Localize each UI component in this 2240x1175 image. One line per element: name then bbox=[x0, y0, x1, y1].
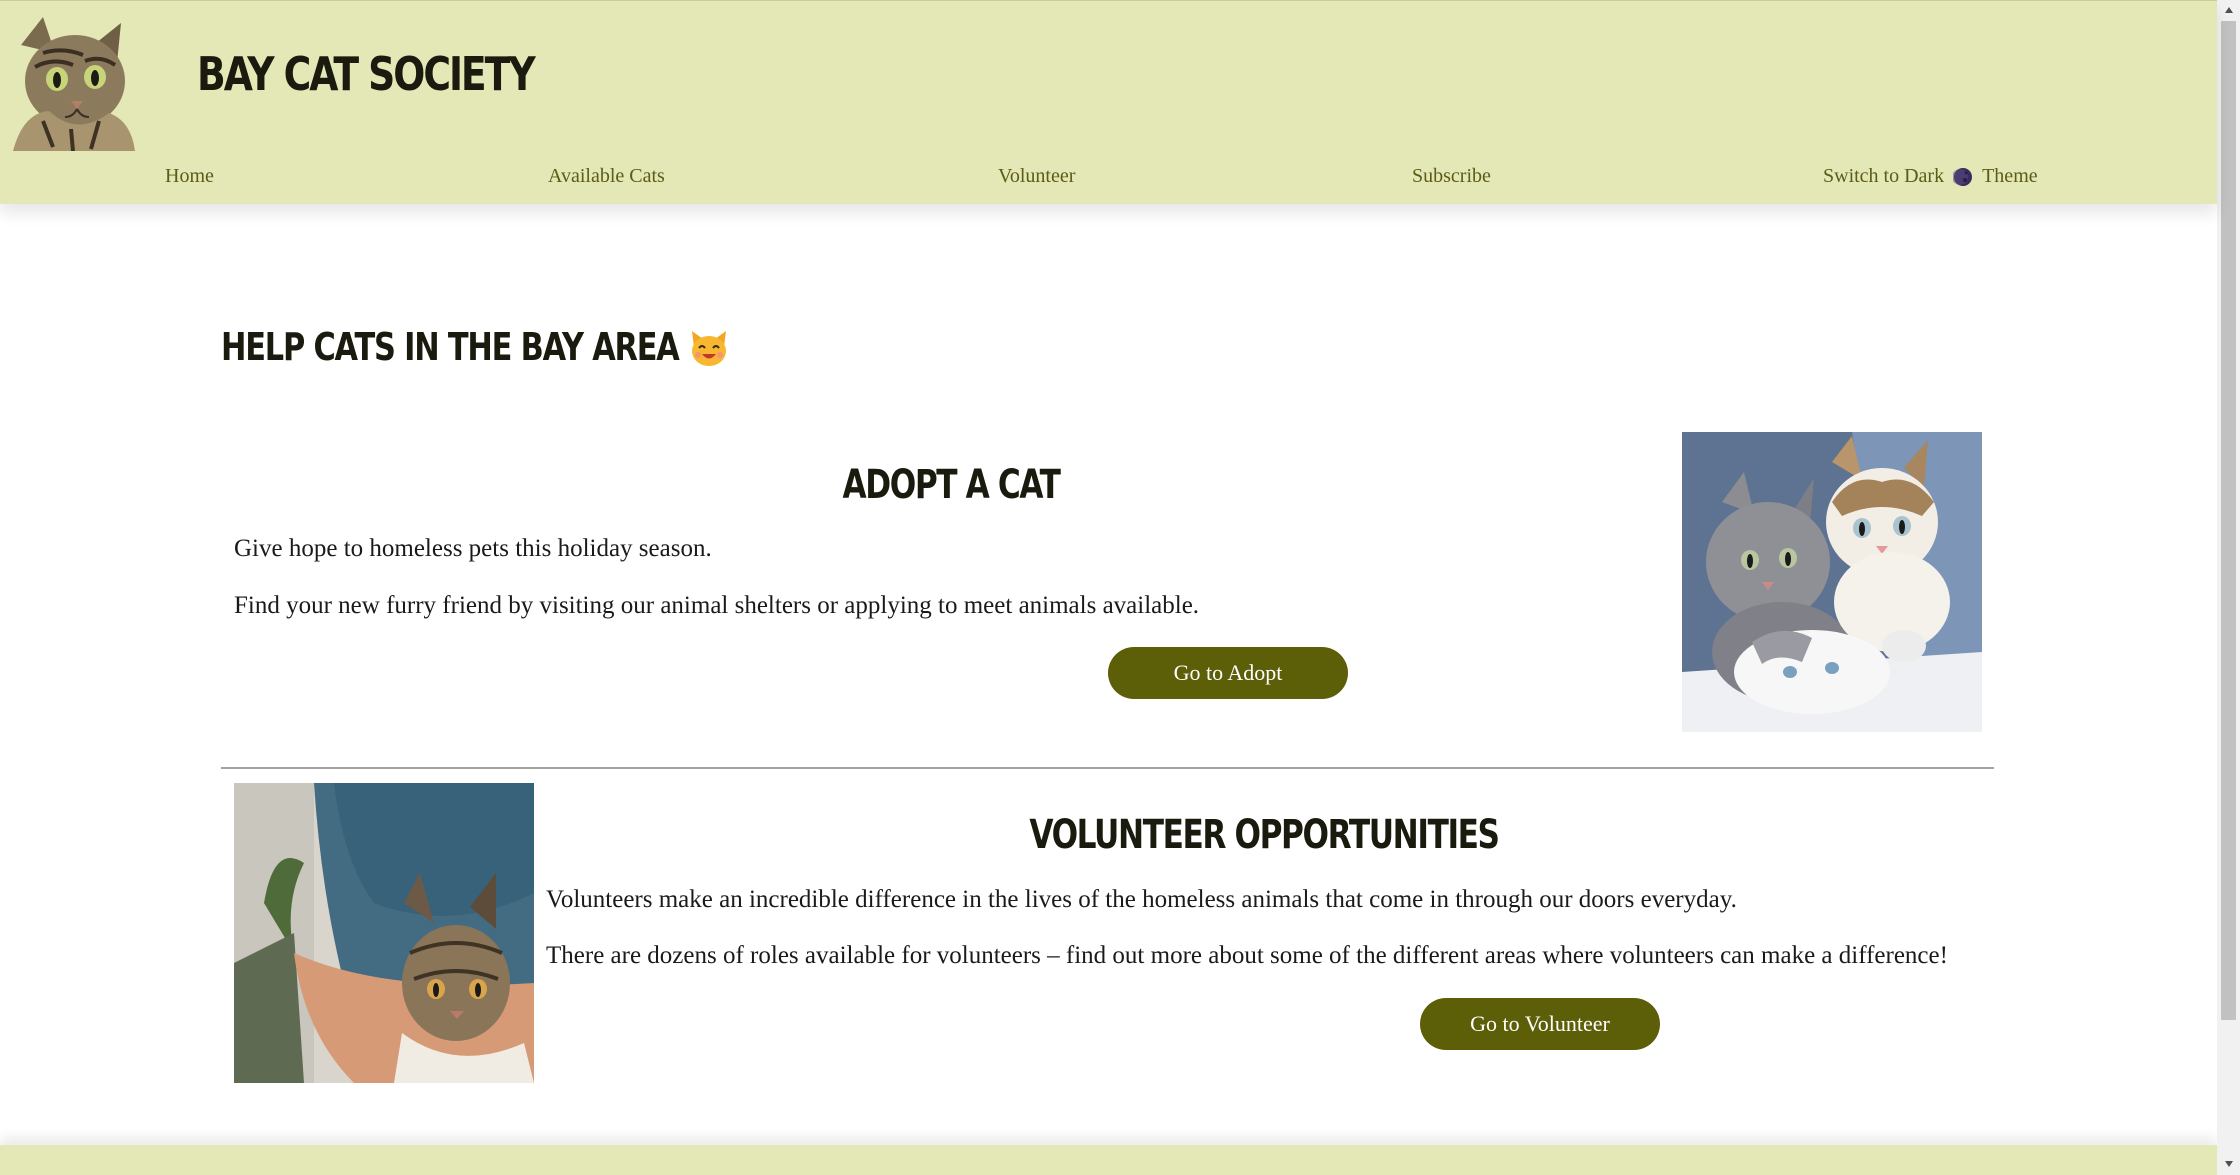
theme-switch-button[interactable]: Switch to Dark Theme bbox=[1823, 165, 2038, 188]
nav-available-cats[interactable]: Available Cats bbox=[548, 165, 665, 188]
nav-volunteer[interactable]: Volunteer bbox=[998, 165, 1075, 188]
person-holding-cat-photo bbox=[234, 783, 534, 1083]
scroll-up-icon[interactable] bbox=[2217, 1, 2240, 19]
main-heading-text: HELP CATS IN THE BAY AREA bbox=[221, 325, 680, 369]
theme-switch-label-end: Theme bbox=[1982, 165, 2038, 187]
adopt-text-2: Find your new furry friend by visiting o… bbox=[234, 592, 1200, 619]
go-to-adopt-button[interactable]: Go to Adopt bbox=[1108, 647, 1348, 699]
smiling-cat-face-icon bbox=[689, 327, 729, 367]
site-footer bbox=[0, 1145, 2217, 1175]
nav-subscribe[interactable]: Subscribe bbox=[1412, 165, 1491, 188]
go-to-volunteer-button[interactable]: Go to Volunteer bbox=[1420, 998, 1660, 1050]
scrollbar-thumb[interactable] bbox=[2221, 21, 2236, 1020]
adopt-text-1: Give hope to homeless pets this holiday … bbox=[234, 535, 712, 562]
volunteer-text-1: Volunteers make an incredible difference… bbox=[546, 886, 1737, 913]
adopt-section-title: ADOPT A CAT bbox=[842, 462, 1060, 508]
scroll-down-icon[interactable] bbox=[2217, 1155, 2240, 1173]
theme-switch-label-start: Switch to Dark bbox=[1823, 165, 1945, 187]
nav-home[interactable]: Home bbox=[165, 165, 214, 188]
moon-icon bbox=[1952, 167, 1973, 187]
main-heading: HELP CATS IN THE BAY AREA bbox=[221, 325, 727, 369]
site-title: BAY CAT SOCIETY bbox=[197, 47, 536, 101]
cat-logo[interactable] bbox=[13, 17, 135, 151]
site-header: BAY CAT SOCIETY Home Available Cats Volu… bbox=[0, 0, 2217, 204]
volunteer-section-title: VOLUNTEER OPPORTUNITIES bbox=[1029, 812, 1500, 858]
vertical-scrollbar[interactable] bbox=[2217, 0, 2240, 1175]
section-divider bbox=[221, 767, 1994, 769]
kittens-photo bbox=[1682, 432, 1982, 732]
volunteer-text-2: There are dozens of roles available for … bbox=[546, 942, 1948, 969]
